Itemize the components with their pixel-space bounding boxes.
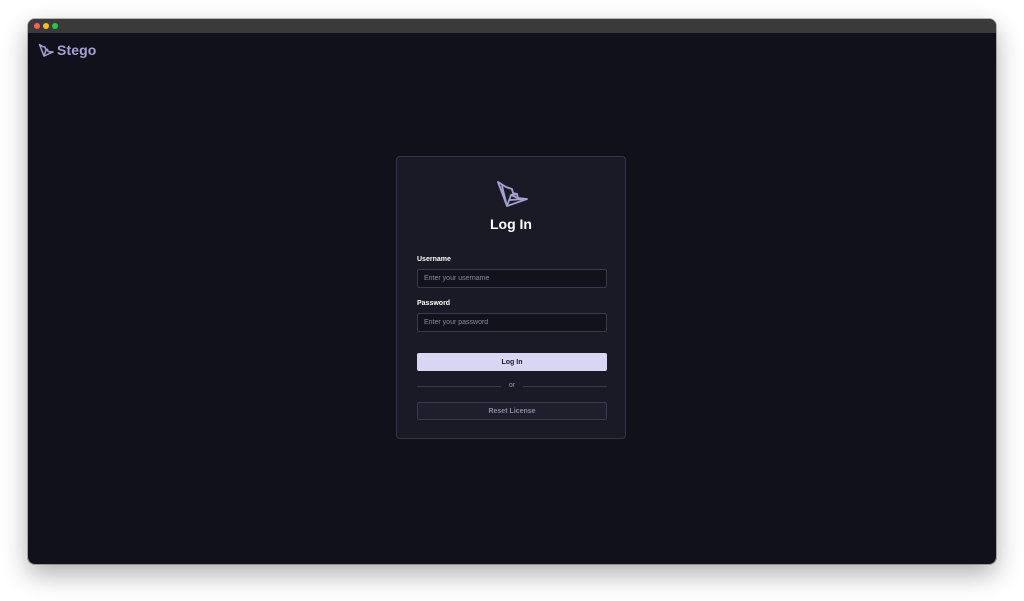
minimize-button[interactable] — [43, 23, 49, 29]
app-window: Stego Log In Username Password Log In or… — [28, 19, 996, 564]
divider-line-right — [523, 386, 607, 387]
page-title: Log In — [490, 216, 532, 232]
login-card: Log In Username Password Log In or Reset… — [396, 156, 626, 439]
brand-name: Stego — [57, 42, 97, 58]
maximize-button[interactable] — [52, 23, 58, 29]
password-label: Password — [417, 300, 451, 307]
stego-logo-icon — [497, 181, 528, 207]
window-titlebar — [28, 19, 996, 33]
login-button[interactable]: Log In — [417, 353, 607, 371]
divider-line-left — [417, 386, 501, 387]
stego-logo-icon — [38, 43, 54, 57]
reset-license-button[interactable]: Reset License — [417, 402, 607, 420]
username-input[interactable] — [417, 269, 607, 288]
username-label: Username — [417, 256, 451, 263]
password-input[interactable] — [417, 313, 607, 332]
close-button[interactable] — [34, 23, 40, 29]
brand-logo: Stego — [38, 41, 96, 59]
divider-or-text: or — [508, 382, 516, 389]
